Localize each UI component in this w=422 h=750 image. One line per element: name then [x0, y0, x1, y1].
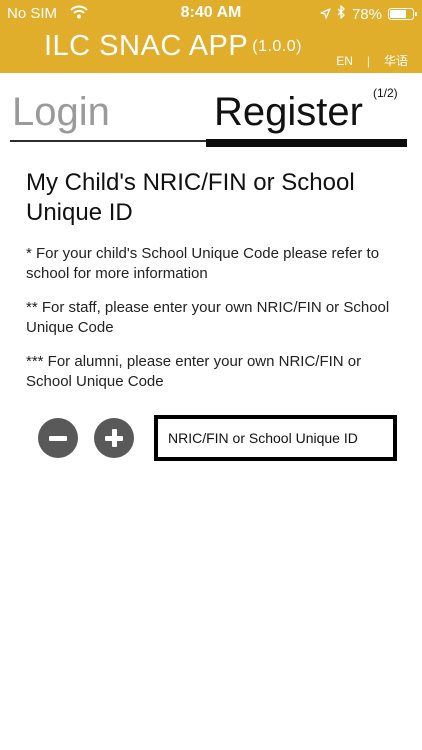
tab-login[interactable]: Login — [12, 90, 110, 135]
form-heading: My Child's NRIC/FIN or School Unique ID — [26, 169, 355, 226]
app-header: No SIM 8:40 AM 78% ILC SNAC APP (1.0.0) … — [0, 0, 422, 73]
bluetooth-icon — [337, 5, 346, 23]
lang-zh-link[interactable]: 华语 — [384, 52, 408, 69]
tab-divider — [10, 140, 206, 142]
minus-circle-icon — [49, 435, 67, 441]
lang-en-link[interactable]: EN — [336, 54, 353, 68]
language-switcher: EN | 华语 — [336, 52, 408, 69]
lang-separator: | — [366, 53, 370, 68]
note-alumni: *** For alumni, please enter your own NR… — [26, 353, 362, 390]
app-title: ILC SNAC APP (1.0.0) — [44, 30, 302, 63]
register-screen: No SIM 8:40 AM 78% ILC SNAC APP (1.0.0) … — [0, 0, 422, 750]
note-child: * For your child's School Unique Code pl… — [26, 245, 380, 282]
active-tab-indicator — [206, 139, 407, 147]
app-name: ILC SNAC APP — [44, 30, 249, 62]
plus-circle-icon — [105, 429, 123, 447]
remove-id-button[interactable] — [38, 418, 78, 458]
nric-fin-input[interactable] — [154, 415, 397, 461]
app-version: (1.0.0) — [252, 38, 302, 55]
battery-percent: 78% — [351, 5, 382, 23]
tab-register[interactable]: Register — [214, 90, 363, 135]
add-id-button[interactable] — [94, 418, 134, 458]
battery-fill — [390, 10, 406, 18]
battery-cap — [415, 12, 417, 16]
status-right-group: 78% — [320, 5, 417, 23]
note-staff: ** For staff, please enter your own NRIC… — [26, 299, 390, 336]
registration-step-indicator: (1/2) — [373, 86, 398, 100]
battery-icon — [388, 8, 417, 20]
status-bar: No SIM 8:40 AM 78% — [0, 0, 422, 28]
location-arrow-icon — [320, 6, 331, 23]
